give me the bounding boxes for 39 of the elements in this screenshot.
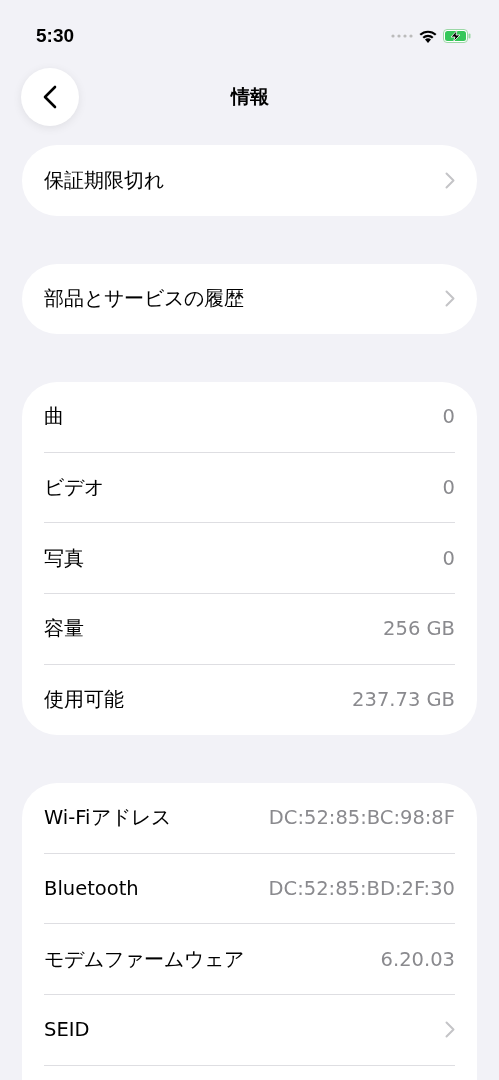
settings-row[interactable]: 曲 0 — [44, 382, 455, 453]
row-label: Wi-Fiアドレス — [44, 805, 172, 832]
row-label: ビデオ — [44, 475, 105, 502]
chevron-right-icon — [445, 290, 455, 308]
row-label: モデムファームウェア — [44, 946, 245, 973]
row-label: 使用可能 — [44, 687, 125, 714]
row-value: DC:52:85:BD:2F:30 — [268, 877, 455, 901]
row-label: 部品とサービスの履歴 — [44, 286, 245, 313]
chevron-left-icon — [43, 85, 57, 109]
settings-row[interactable]: SEID — [44, 994, 455, 1066]
row-label: 容量 — [44, 616, 85, 643]
chevron-right-icon — [445, 171, 455, 189]
row-value: 0 — [442, 546, 455, 570]
signal-icon — [391, 34, 413, 38]
settings-row[interactable]: 保証期限切れ — [44, 145, 455, 216]
row-label: SEID — [44, 1018, 91, 1042]
chevron-right-icon — [445, 1021, 455, 1039]
settings-row[interactable]: モデムファームウェア 6.20.03 — [44, 924, 455, 995]
row-label: 保証期限切れ — [44, 167, 165, 194]
settings-row[interactable]: 写真 0 — [44, 523, 455, 594]
wifi-icon — [419, 29, 437, 43]
row-value: 0 — [442, 405, 455, 429]
row-label: 曲 — [44, 404, 65, 431]
page-title: 情報 — [229, 84, 270, 109]
settings-row[interactable]: ビデオ 0 — [44, 452, 455, 524]
settings-row[interactable]: 容量 256 GB — [44, 593, 455, 665]
settings-row[interactable]: 部品とサービスの履歴 — [44, 263, 455, 335]
row-value: DC:52:85:BC:98:8F — [268, 806, 455, 830]
status-time: 5:30 — [36, 25, 76, 47]
battery-charging-icon — [443, 29, 471, 43]
row-value: 0 — [442, 476, 455, 500]
row-label: 写真 — [44, 545, 85, 572]
row-value: 256 GB — [383, 617, 455, 641]
row-label: Bluetooth — [44, 877, 140, 901]
row-value: 237.73 GB — [352, 688, 455, 712]
settings-row[interactable]: 使用可能 237.73 GB — [44, 664, 455, 736]
row-value: 6.20.03 — [380, 947, 455, 971]
settings-row[interactable]: Bluetooth DC:52:85:BD:2F:30 — [44, 853, 455, 925]
settings-row[interactable]: Wi-Fiアドレス DC:52:85:BC:98:8F — [44, 783, 455, 854]
